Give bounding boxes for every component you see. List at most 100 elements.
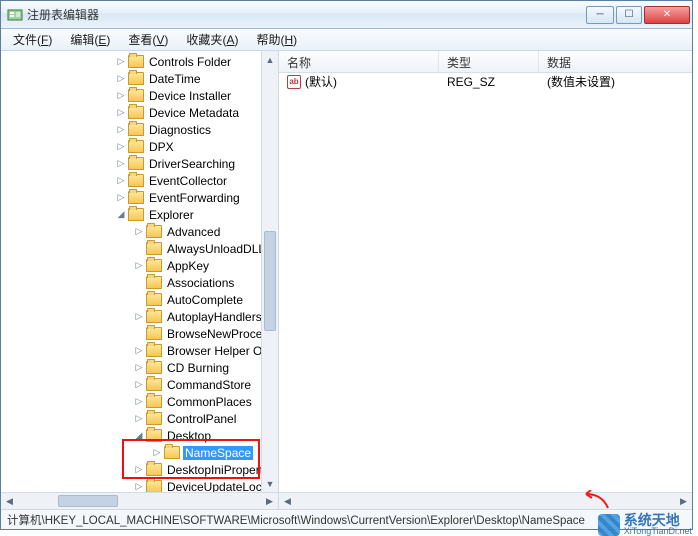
- folder-icon: [146, 225, 162, 238]
- minimize-button[interactable]: ─: [586, 6, 614, 24]
- expand-icon[interactable]: ▷: [115, 141, 127, 153]
- scroll-thumb[interactable]: [264, 231, 276, 331]
- expand-icon[interactable]: ▷: [133, 362, 145, 374]
- close-button[interactable]: ✕: [644, 6, 690, 24]
- tree-node[interactable]: ▷ Device Installer: [3, 87, 278, 104]
- expand-icon[interactable]: ▷: [151, 447, 163, 459]
- tree-node[interactable]: ▷Diagnostics: [3, 121, 278, 138]
- tree-node[interactable]: ▷EventForwarding: [3, 189, 278, 206]
- scroll-up-arrow-icon[interactable]: ▲: [262, 51, 278, 68]
- tree-node-label: Device Installer: [147, 89, 233, 103]
- expand-icon[interactable]: ▷: [133, 379, 145, 391]
- expand-icon[interactable]: ▷: [115, 158, 127, 170]
- list-header: 名称 类型 数据: [279, 51, 692, 73]
- titlebar[interactable]: 注册表编辑器 ─ ☐ ✕: [1, 1, 692, 29]
- expand-icon[interactable]: ▷: [115, 175, 127, 187]
- tree-node[interactable]: ▷AutoComplete: [3, 291, 278, 308]
- folder-icon: [128, 140, 144, 153]
- folder-icon: [146, 259, 162, 272]
- expand-icon[interactable]: ▷: [133, 311, 145, 323]
- scroll-left-arrow-icon[interactable]: ◀: [279, 496, 296, 507]
- folder-icon: [146, 310, 162, 323]
- expand-icon[interactable]: ▷: [115, 56, 127, 68]
- expand-icon[interactable]: ▷: [115, 73, 127, 85]
- collapse-icon[interactable]: ◢: [115, 209, 127, 221]
- maximize-button[interactable]: ☐: [616, 6, 642, 24]
- tree-node[interactable]: ▷AutoplayHandlers: [3, 308, 278, 325]
- folder-icon: [146, 463, 162, 476]
- scroll-down-arrow-icon[interactable]: ▼: [262, 475, 278, 492]
- tree-node[interactable]: ▷ Device Metadata: [3, 104, 278, 121]
- tree-node[interactable]: ▷Controls Folder: [3, 53, 278, 70]
- tree-vertical-scrollbar[interactable]: ▲ ▼: [261, 51, 278, 492]
- menu-view[interactable]: 查看(V): [120, 29, 176, 50]
- expand-icon[interactable]: ▷: [133, 345, 145, 357]
- folder-icon: [146, 361, 162, 374]
- expand-icon[interactable]: ▷: [133, 226, 145, 238]
- tree-node-label: DriverSearching: [147, 157, 237, 171]
- tree-node-label: Browser Helper Ob: [165, 344, 271, 358]
- expand-icon[interactable]: ▷: [133, 396, 145, 408]
- folder-icon: [146, 429, 162, 442]
- expand-icon[interactable]: ▷: [133, 481, 145, 493]
- tree-node[interactable]: ▷ DeviceUpdateLocati: [3, 478, 278, 492]
- column-type[interactable]: 类型: [439, 51, 539, 72]
- expand-icon[interactable]: ▷: [115, 107, 127, 119]
- expand-icon[interactable]: ▷: [115, 124, 127, 136]
- tree-node-label: Advanced: [165, 225, 222, 239]
- column-data[interactable]: 数据: [539, 51, 692, 72]
- tree-node[interactable]: ▷Associations: [3, 274, 278, 291]
- folder-icon: [128, 123, 144, 136]
- tree-node[interactable]: ▷ Browser Helper Ob: [3, 342, 278, 359]
- menu-file[interactable]: 文件(F): [5, 29, 60, 50]
- hscroll-thumb[interactable]: [58, 495, 118, 507]
- tree-node-label: Explorer: [147, 208, 196, 222]
- folder-icon: [128, 55, 144, 68]
- tree-node[interactable]: ▷ DriverSearching: [3, 155, 278, 172]
- tree-node[interactable]: ▷ DesktopIniProperty: [3, 461, 278, 478]
- tree-node[interactable]: ▷DateTime: [3, 70, 278, 87]
- tree-node[interactable]: ▷EventCollector: [3, 172, 278, 189]
- expand-icon[interactable]: ▷: [133, 260, 145, 272]
- tree-node[interactable]: ▷CommonPlaces: [3, 393, 278, 410]
- tree-node-label: AppKey: [165, 259, 211, 273]
- tree-node-label: Device Metadata: [147, 106, 241, 120]
- folder-icon: [146, 480, 162, 492]
- column-name[interactable]: 名称: [279, 51, 439, 72]
- folder-icon: [128, 174, 144, 187]
- tree-node-label: DeviceUpdateLocati: [165, 480, 276, 493]
- menubar: 文件(F) 编辑(E) 查看(V) 收藏夹(A) 帮助(H): [1, 29, 692, 51]
- expand-icon[interactable]: ▷: [115, 192, 127, 204]
- menu-favorites[interactable]: 收藏夹(A): [178, 29, 246, 50]
- tree-node[interactable]: ▷DPX: [3, 138, 278, 155]
- tree-node[interactable]: ▷CommandStore: [3, 376, 278, 393]
- expand-icon[interactable]: ▷: [115, 90, 127, 102]
- tree-node[interactable]: ▷AlwaysUnloadDLL: [3, 240, 278, 257]
- tree-node-label: DesktopIniProperty: [165, 463, 271, 477]
- status-path: 计算机\HKEY_LOCAL_MACHINE\SOFTWARE\Microsof…: [7, 512, 585, 528]
- tree-node[interactable]: ▷ControlPanel: [3, 410, 278, 427]
- tree-node[interactable]: ▷ AppKey: [3, 257, 278, 274]
- tree-node[interactable]: ▷BrowseNewProcess: [3, 325, 278, 342]
- menu-help[interactable]: 帮助(H): [248, 29, 305, 50]
- tree-node-label: Associations: [165, 276, 236, 290]
- tree-node[interactable]: ▷NameSpace: [3, 444, 278, 461]
- tree-node[interactable]: ◢ Explorer: [3, 206, 278, 223]
- list-body[interactable]: ab (默认) REG_SZ (数值未设置): [279, 73, 692, 492]
- tree-node[interactable]: ▷ Advanced: [3, 223, 278, 240]
- list-item[interactable]: ab (默认) REG_SZ (数值未设置): [279, 73, 692, 90]
- tree-pane: ▷Controls Folder▷DateTime▷Device Install…: [1, 51, 279, 509]
- tree-horizontal-scrollbar[interactable]: ◀ ▶: [1, 492, 278, 509]
- expand-icon[interactable]: ▷: [133, 464, 145, 476]
- registry-tree[interactable]: ▷Controls Folder▷DateTime▷Device Install…: [1, 51, 278, 492]
- scroll-right-arrow-icon[interactable]: ▶: [261, 496, 278, 507]
- tree-node[interactable]: ◢Desktop: [3, 427, 278, 444]
- list-horizontal-scrollbar[interactable]: ◀ ▶: [279, 492, 692, 509]
- collapse-icon[interactable]: ◢: [133, 430, 145, 442]
- expand-icon[interactable]: ▷: [133, 413, 145, 425]
- scroll-left-arrow-icon[interactable]: ◀: [1, 496, 18, 507]
- menu-edit[interactable]: 编辑(E): [62, 29, 118, 50]
- tree-node-label: CD Burning: [165, 361, 231, 375]
- tree-node[interactable]: ▷ CD Burning: [3, 359, 278, 376]
- scroll-right-arrow-icon[interactable]: ▶: [675, 496, 692, 507]
